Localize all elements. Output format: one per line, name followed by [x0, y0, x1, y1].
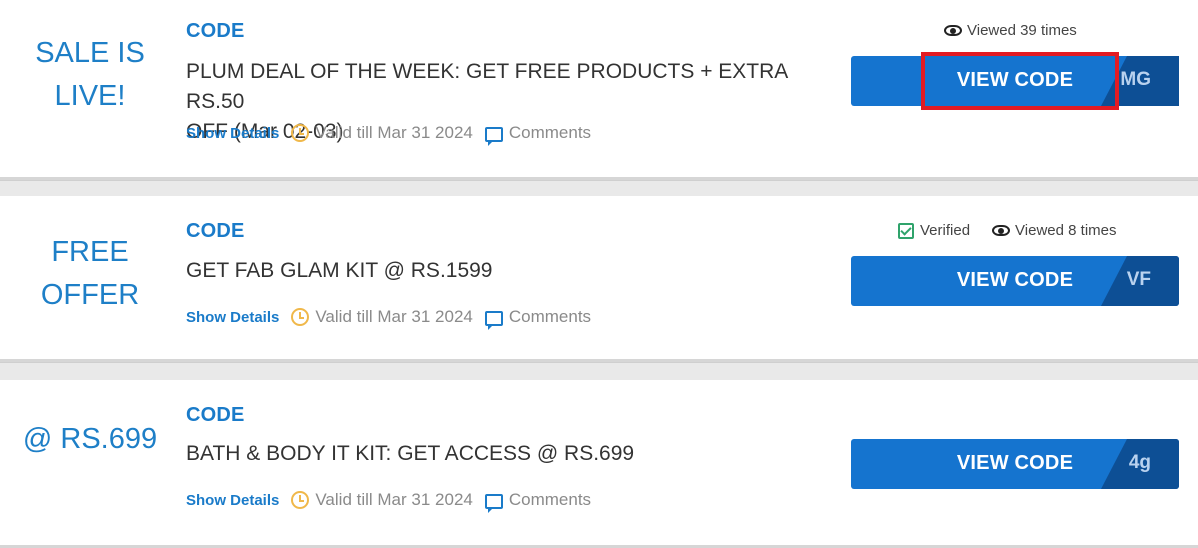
eye-icon — [944, 25, 962, 36]
coupon-title: BATH & BODY IT KIT: GET ACCESS @ RS.699 — [186, 439, 836, 469]
coupon-title: GET FAB GLAM KIT @ RS.1599 — [186, 256, 836, 286]
comments-link[interactable]: Comments — [509, 490, 591, 510]
coupon-meta: Show Details Valid till Mar 31 2024 Comm… — [186, 305, 591, 330]
offer-badge-line: @ RS.699 — [22, 423, 158, 455]
coupon-title-line: PLUM DEAL OF THE WEEK: GET FREE PRODUCTS… — [186, 60, 788, 113]
comments-link[interactable]: Comments — [509, 123, 591, 143]
comment-icon[interactable] — [484, 126, 503, 146]
coupon-type-label: CODE — [186, 20, 245, 42]
offer-badge-line: FREE — [51, 236, 129, 268]
view-code-button[interactable]: MG VIEW CODE — [851, 52, 1179, 110]
coupon-card: @ RS.699 CODE BATH & BODY IT KIT: GET AC… — [0, 380, 1198, 548]
coupon-list: SALE IS LIVE! CODE PLUM DEAL OF THE WEEK… — [0, 0, 1198, 548]
validity-text: Valid till Mar 31 2024 — [315, 123, 473, 142]
offer-badge: @ RS.699 — [0, 418, 180, 461]
viewed-text: Viewed 39 times — [967, 22, 1077, 39]
viewed-count: Viewed 39 times — [944, 22, 1077, 39]
coupon-card: SALE IS LIVE! CODE PLUM DEAL OF THE WEEK… — [0, 0, 1198, 180]
validity-text: Valid till Mar 31 2024 — [315, 490, 473, 509]
coupon-stats: Viewed 39 times — [944, 22, 1077, 39]
offer-badge-line: SALE IS — [35, 37, 145, 69]
show-details-link[interactable]: Show Details — [186, 492, 279, 509]
view-code-button[interactable]: 4g VIEW CODE — [851, 439, 1179, 489]
view-code-label: VIEW CODE — [956, 269, 1074, 291]
verified-icon — [898, 222, 914, 239]
viewed-text: Viewed 8 times — [1015, 222, 1117, 239]
coupon-type-label: CODE — [186, 220, 245, 242]
clock-icon — [291, 308, 310, 326]
clock-icon — [291, 124, 310, 142]
coupon-title-line: GET FAB GLAM KIT @ RS.1599 — [186, 259, 493, 282]
view-code-label: VIEW CODE — [956, 452, 1074, 474]
comment-icon[interactable] — [484, 493, 503, 513]
offer-badge: FREE OFFER — [0, 231, 180, 317]
view-code-button[interactable]: VF VIEW CODE — [851, 256, 1179, 306]
view-code-label: VIEW CODE — [956, 69, 1074, 91]
eye-icon — [992, 225, 1011, 236]
offer-badge-line: LIVE! — [54, 80, 126, 112]
show-details-link[interactable]: Show Details — [186, 125, 279, 142]
offer-badge: SALE IS LIVE! — [0, 32, 180, 118]
coupon-type-label: CODE — [186, 404, 245, 426]
coupon-meta: Show Details Valid till Mar 31 2024 Comm… — [186, 488, 591, 513]
comment-icon[interactable] — [484, 310, 503, 330]
coupon-title-line: BATH & BODY IT KIT: GET ACCESS @ RS.699 — [186, 442, 635, 465]
viewed-count: Viewed 8 times — [992, 222, 1117, 239]
clock-icon — [291, 491, 310, 509]
show-details-link[interactable]: Show Details — [186, 309, 279, 326]
validity-text: Valid till Mar 31 2024 — [315, 307, 473, 326]
coupon-stats: Verified Viewed 8 times — [898, 222, 1117, 239]
offer-badge-line: OFFER — [40, 279, 140, 311]
verified-status: Verified — [898, 222, 970, 239]
coupon-card: FREE OFFER CODE GET FAB GLAM KIT @ RS.15… — [0, 196, 1198, 362]
coupon-meta: Show Details Valid till Mar 31 2024 Comm… — [186, 121, 591, 146]
verified-text: Verified — [920, 222, 971, 239]
comments-link[interactable]: Comments — [509, 307, 591, 327]
